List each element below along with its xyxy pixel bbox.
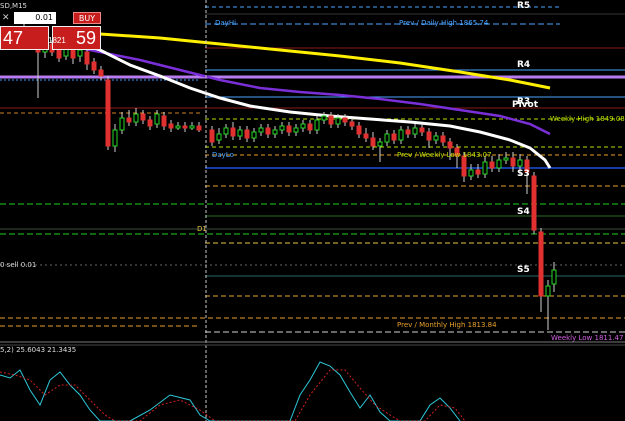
- level-label-s4: S4: [517, 207, 530, 217]
- prev-monthly-high-label: Prev / Monthly High 1813.84: [397, 321, 497, 329]
- candle: [545, 280, 551, 330]
- candle: [265, 124, 271, 138]
- candle: [363, 128, 369, 142]
- moving-average-white: [59, 35, 552, 169]
- candle: [140, 110, 146, 124]
- candle: [293, 124, 299, 136]
- candle: [84, 48, 90, 70]
- candle: [168, 120, 174, 132]
- candle: [531, 172, 537, 234]
- candle: [356, 122, 362, 138]
- candle: [196, 122, 202, 132]
- candle: [272, 126, 278, 138]
- candle: [349, 118, 355, 130]
- candle: [189, 122, 195, 130]
- candle: [412, 124, 418, 138]
- candle: [112, 124, 118, 152]
- chevron-down-icon[interactable]: ▾: [59, 13, 63, 21]
- candle: [286, 122, 292, 136]
- weekly-high-label: Weekly High 1849.08: [550, 115, 625, 123]
- buy-price: 59: [75, 28, 96, 48]
- candle: [433, 132, 439, 144]
- level-label-r4: R4: [517, 60, 531, 70]
- candle: [551, 262, 557, 292]
- candle: [237, 126, 243, 140]
- level-label-pivot: Pivot: [512, 100, 539, 110]
- day-low-label: DayLo: [212, 151, 234, 159]
- lot-size-input[interactable]: 0.01: [14, 12, 56, 24]
- candle: [216, 128, 222, 144]
- candle: [538, 228, 544, 312]
- candle: [230, 122, 236, 140]
- candle: [496, 154, 502, 172]
- candle: [503, 152, 509, 164]
- level-label-s3: S3: [517, 169, 530, 179]
- candle: [419, 124, 425, 136]
- stochastic-info: 5,2) 25.6043 21.3435: [0, 346, 77, 354]
- sell-price: 47: [3, 28, 24, 48]
- candle: [147, 116, 153, 130]
- level-lines: [0, 6, 625, 333]
- candle: [475, 164, 481, 178]
- candle: [105, 76, 111, 150]
- candle: [126, 110, 132, 126]
- one-click-trade-panel: ✕ 0.01 ▾ BUY 47 59 1821: [0, 12, 101, 50]
- candle: [223, 124, 229, 138]
- stochastic-signal-line: [0, 369, 466, 421]
- candle: [328, 112, 334, 128]
- level-label-r5: R5: [517, 1, 531, 11]
- candle: [251, 128, 257, 142]
- candle: [440, 132, 446, 146]
- candle: [426, 128, 432, 148]
- close-icon[interactable]: ✕: [2, 12, 10, 24]
- day-high-label: DayHi: [215, 19, 237, 27]
- prev-daily-high-label: Prev / Daily High 1865.74: [399, 19, 489, 27]
- candle: [258, 124, 264, 136]
- candle: [405, 126, 411, 138]
- candle: [377, 138, 383, 162]
- candle: [182, 122, 188, 132]
- symbol-label: SD,M15: [0, 2, 28, 10]
- level-label-d1: D1: [197, 225, 207, 233]
- candle: [91, 58, 97, 74]
- level-label-s5: S5: [517, 265, 530, 275]
- price-chart[interactable]: [0, 0, 625, 421]
- candle: [391, 130, 397, 144]
- weekly-low-label: Weekly Low 1811.47: [551, 334, 624, 342]
- candle: [482, 156, 488, 178]
- spread-value: 1821: [48, 36, 66, 45]
- candle: [244, 126, 250, 142]
- stochastic-main-line: [0, 361, 461, 421]
- candle: [384, 130, 390, 146]
- sell-order-line-label: 0 sell 0.01: [0, 261, 37, 269]
- candle: [468, 164, 474, 180]
- candle: [175, 122, 181, 130]
- candle: [35, 42, 41, 98]
- buy-button[interactable]: BUY: [73, 12, 101, 24]
- candle: [398, 126, 404, 144]
- candle: [133, 108, 139, 126]
- candle: [209, 126, 215, 146]
- candle: [119, 112, 125, 134]
- candle: [279, 122, 285, 134]
- candle: [307, 120, 313, 134]
- candle: [161, 112, 167, 130]
- sell-button[interactable]: 47: [0, 26, 49, 50]
- candle: [300, 120, 306, 132]
- prev-weekly-low-label: Prev / Weekly Low 1843.07: [397, 151, 492, 159]
